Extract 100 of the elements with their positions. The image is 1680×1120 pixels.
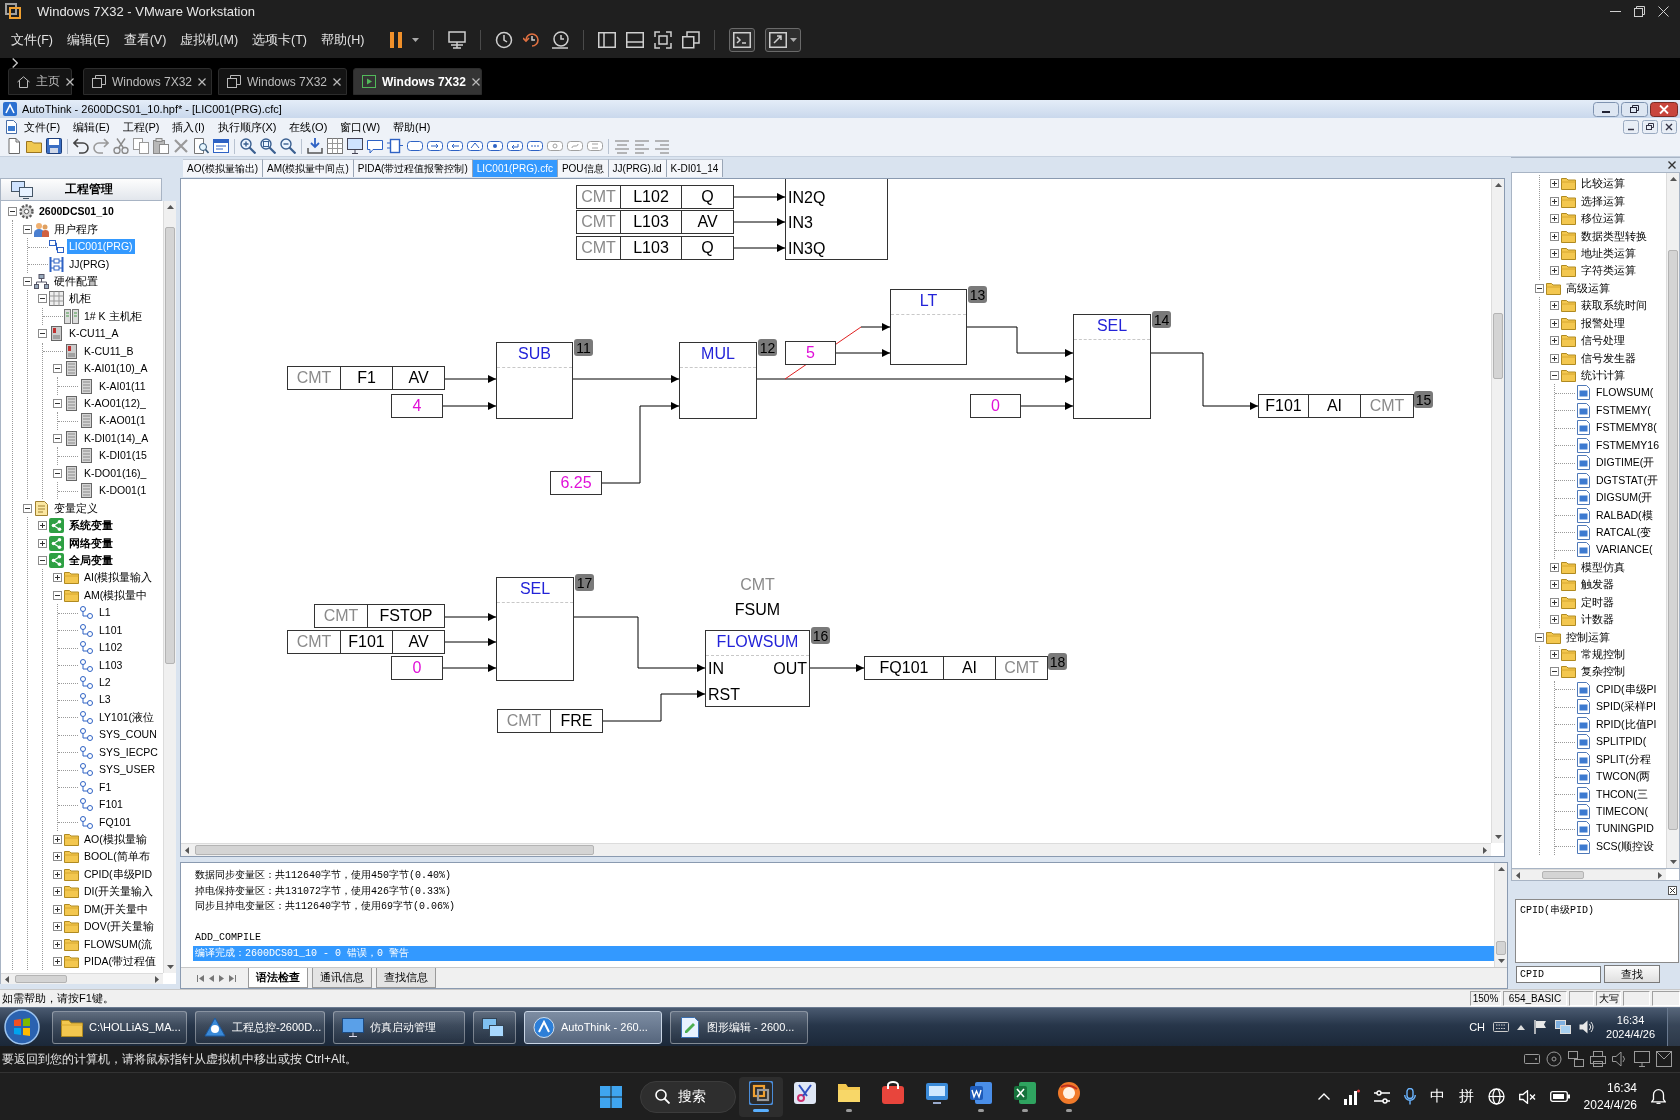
collapse-icon[interactable] [1535, 283, 1544, 293]
restore-icon[interactable] [1634, 5, 1645, 17]
vertical-scrollbar[interactable] [163, 201, 176, 973]
variable-block[interactable]: CMT FSTOP [314, 604, 445, 628]
tree-item[interactable]: K-CU11_B [82, 343, 136, 359]
tree-item[interactable]: 控制运算 [1564, 629, 1612, 645]
clock[interactable]: 16:34 2024/4/26 [1583, 1079, 1637, 1114]
document-tab[interactable]: JJ(PRG).ld [608, 159, 667, 177]
clock[interactable]: 16:34 2024/4/26 [1606, 1013, 1655, 1041]
tree-item[interactable]: FSTMEMY( [1594, 402, 1653, 418]
flag-icon[interactable] [1533, 1020, 1548, 1034]
expand-icon[interactable] [1550, 318, 1559, 328]
scroll-left-icon[interactable] [185, 846, 189, 854]
function-block[interactable]: MUL [679, 342, 757, 419]
keyboard-icon[interactable] [1493, 1022, 1510, 1032]
tree-item[interactable]: K-CU11_A [67, 326, 121, 342]
chevron-up-icon[interactable] [1317, 1093, 1330, 1100]
tree-item[interactable]: AI(模拟量输入 [82, 570, 155, 586]
bell-icon[interactable] [1651, 1088, 1666, 1105]
close-icon[interactable] [66, 77, 74, 86]
tree-item[interactable]: CPID(串级PID [82, 866, 155, 882]
tree-item[interactable]: DOV(开关量输 [82, 919, 157, 935]
constant-value[interactable]: 0 [970, 394, 1021, 418]
output-tab[interactable]: 语法检查 [248, 968, 308, 988]
tree-item[interactable]: 数据类型转换 [1579, 228, 1649, 244]
start-orb-icon[interactable] [4, 1009, 40, 1045]
minimize-icon[interactable] [1623, 120, 1639, 134]
caret-icon[interactable] [412, 38, 420, 42]
tree-item[interactable]: L2 [97, 675, 113, 691]
output-tab[interactable]: 通讯信息 [312, 968, 372, 988]
tree-item[interactable]: 全局变量 [67, 552, 115, 568]
scroll-up-icon[interactable] [1669, 177, 1677, 181]
show-hidden-icon[interactable] [1517, 1024, 1526, 1030]
horizontal-scrollbar[interactable] [1512, 869, 1666, 880]
scroll-down-icon[interactable] [1669, 860, 1677, 864]
function-block[interactable]: SEL [1073, 314, 1151, 419]
window-icon[interactable] [213, 138, 229, 154]
tree-item[interactable]: FQ101 [97, 814, 134, 830]
scroll-up-icon[interactable] [1494, 183, 1502, 187]
expand-icon[interactable] [1550, 301, 1559, 311]
tree-item[interactable]: K-DO01(1 [97, 483, 149, 499]
close-box-icon[interactable] [1668, 885, 1677, 895]
minimize-icon[interactable] [1593, 101, 1619, 117]
expand-icon[interactable] [53, 573, 62, 583]
tree-item[interactable]: FSTMEMY16 [1594, 437, 1661, 453]
monitor-icon[interactable] [347, 138, 363, 154]
taskbar-button[interactable]: C:\HOLLiAS_MA... [52, 1010, 187, 1044]
menu-item[interactable]: 插入(I) [166, 118, 211, 136]
sliders-icon[interactable] [1373, 1089, 1390, 1104]
collapse-icon[interactable] [53, 364, 62, 374]
signal-bars-icon[interactable] [1343, 1088, 1360, 1105]
side-panel-icon[interactable] [598, 32, 617, 48]
first-page-icon[interactable] [197, 974, 204, 982]
tree-item[interactable]: SYS_COUN [97, 727, 159, 743]
expand-icon[interactable] [38, 538, 47, 548]
ime-mode[interactable]: 中 [1429, 1087, 1445, 1106]
tree-item[interactable]: SPLIT(分程 [1594, 751, 1653, 767]
negate-icon[interactable] [547, 138, 563, 154]
menu-item[interactable]: 虚拟机(M) [174, 27, 245, 53]
tree-item[interactable]: FSTMEMY8( [1594, 420, 1659, 436]
document-tab[interactable]: POU信息 [557, 159, 609, 177]
tree-item[interactable]: PIDA(带过程值 [82, 954, 158, 970]
tree-item[interactable]: LY101(液位 [97, 709, 157, 725]
caret-icon[interactable] [790, 38, 798, 42]
tree-item[interactable]: 机柜 [67, 291, 93, 307]
collapse-icon[interactable] [1535, 632, 1544, 642]
tree-item[interactable]: RPID(比值PI [1594, 716, 1659, 732]
tree-item[interactable]: SPLITPID( [1594, 734, 1649, 750]
expand-icon[interactable] [53, 957, 62, 967]
expand-icon[interactable] [1550, 266, 1559, 276]
tree-item[interactable]: SYS_IECPC [97, 744, 160, 760]
ime-indicator[interactable]: 拼 [1458, 1087, 1474, 1106]
tree-item[interactable]: 硬件配置 [52, 273, 100, 289]
output-line[interactable]: ADD_COMPILE [193, 930, 1494, 946]
menu-item[interactable]: 在线(O) [283, 118, 334, 136]
restore-icon[interactable] [1642, 120, 1658, 134]
expand-icon[interactable] [53, 852, 62, 862]
label-box-icon[interactable] [487, 138, 503, 154]
tree-item[interactable]: 2600DCS01_10 [37, 204, 116, 220]
scroll-thumb[interactable] [1493, 313, 1503, 379]
expand-icon[interactable] [1550, 615, 1559, 625]
function-block[interactable]: LT [890, 289, 967, 365]
menu-item[interactable]: 编辑(E) [67, 118, 116, 136]
terminal-icon[interactable] [733, 32, 752, 48]
horizontal-scrollbar[interactable] [1, 973, 163, 984]
collapse-icon[interactable] [8, 207, 17, 217]
tree-item[interactable]: 计数器 [1579, 612, 1616, 628]
menu-item[interactable]: 查看(V) [117, 27, 173, 53]
taskbar-app[interactable] [739, 1076, 783, 1117]
collapse-icon[interactable] [38, 329, 47, 339]
tree-item[interactable]: FLOWSUM(流 [82, 936, 155, 952]
constant-value[interactable]: 4 [391, 394, 443, 418]
new-file-icon[interactable] [6, 138, 22, 154]
document-tab[interactable]: K-DI01_14 [666, 159, 724, 177]
collapse-icon[interactable] [38, 294, 47, 304]
close-icon[interactable] [1661, 120, 1677, 134]
tree-item[interactable]: DIGSUM(开 [1594, 490, 1655, 506]
paste-icon[interactable] [153, 138, 169, 154]
bottom-panel-icon[interactable] [626, 32, 645, 48]
document-tab[interactable]: AO(模拟量输出) [183, 159, 264, 177]
